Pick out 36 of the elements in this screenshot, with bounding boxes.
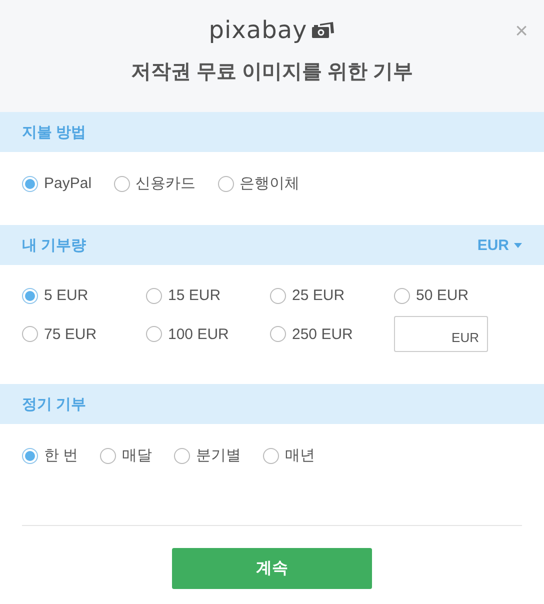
radio-option[interactable]: 25 EUR [270, 287, 394, 304]
radio-button[interactable] [22, 448, 38, 464]
radio-option[interactable]: 75 EUR [22, 326, 146, 342]
logo: pixabay [208, 18, 308, 42]
radio-button[interactable] [100, 448, 116, 464]
radio-option[interactable]: 100 EUR [146, 326, 270, 342]
radio-option[interactable]: 신용카드 [114, 174, 196, 193]
radio-option[interactable]: 250 EUR [270, 326, 394, 342]
radio-button[interactable] [146, 326, 162, 342]
radio-option[interactable]: 15 EUR [146, 287, 270, 304]
caret-icon [514, 242, 522, 248]
radio-option[interactable]: 분기별 [174, 446, 242, 465]
dialog-title: 저작권 무료 이미지를 위한 기부 [130, 60, 414, 85]
radio-button[interactable] [394, 288, 410, 304]
radio-option[interactable]: 한 번 [22, 446, 78, 465]
section-title: 정기 기부 [22, 394, 86, 414]
radio-button[interactable] [270, 326, 286, 342]
radio-button[interactable] [263, 448, 280, 464]
radio-button[interactable] [22, 288, 38, 304]
section-title: 지불 방법 [22, 122, 86, 142]
radio-button[interactable] [270, 288, 286, 304]
camera-icon [311, 21, 336, 39]
radio-button[interactable] [174, 448, 190, 464]
radio-button[interactable] [114, 176, 130, 192]
amount-field[interactable]: EUR [394, 316, 488, 352]
radio-button[interactable] [146, 288, 162, 304]
radio-button[interactable] [22, 176, 38, 192]
radio-option[interactable]: 50 EUR [394, 287, 518, 304]
radio-button[interactable] [22, 326, 38, 342]
radio-option[interactable]: PayPal [22, 174, 92, 193]
radio-option[interactable]: 매년 [263, 446, 316, 465]
section-title: 내 기부량 [22, 236, 86, 254]
radio-option[interactable]: 매달 [100, 446, 152, 465]
radio-option[interactable]: 5 EUR [22, 287, 146, 304]
radio-button[interactable] [218, 176, 234, 192]
radio-option[interactable]: 은행이체 [218, 174, 300, 193]
